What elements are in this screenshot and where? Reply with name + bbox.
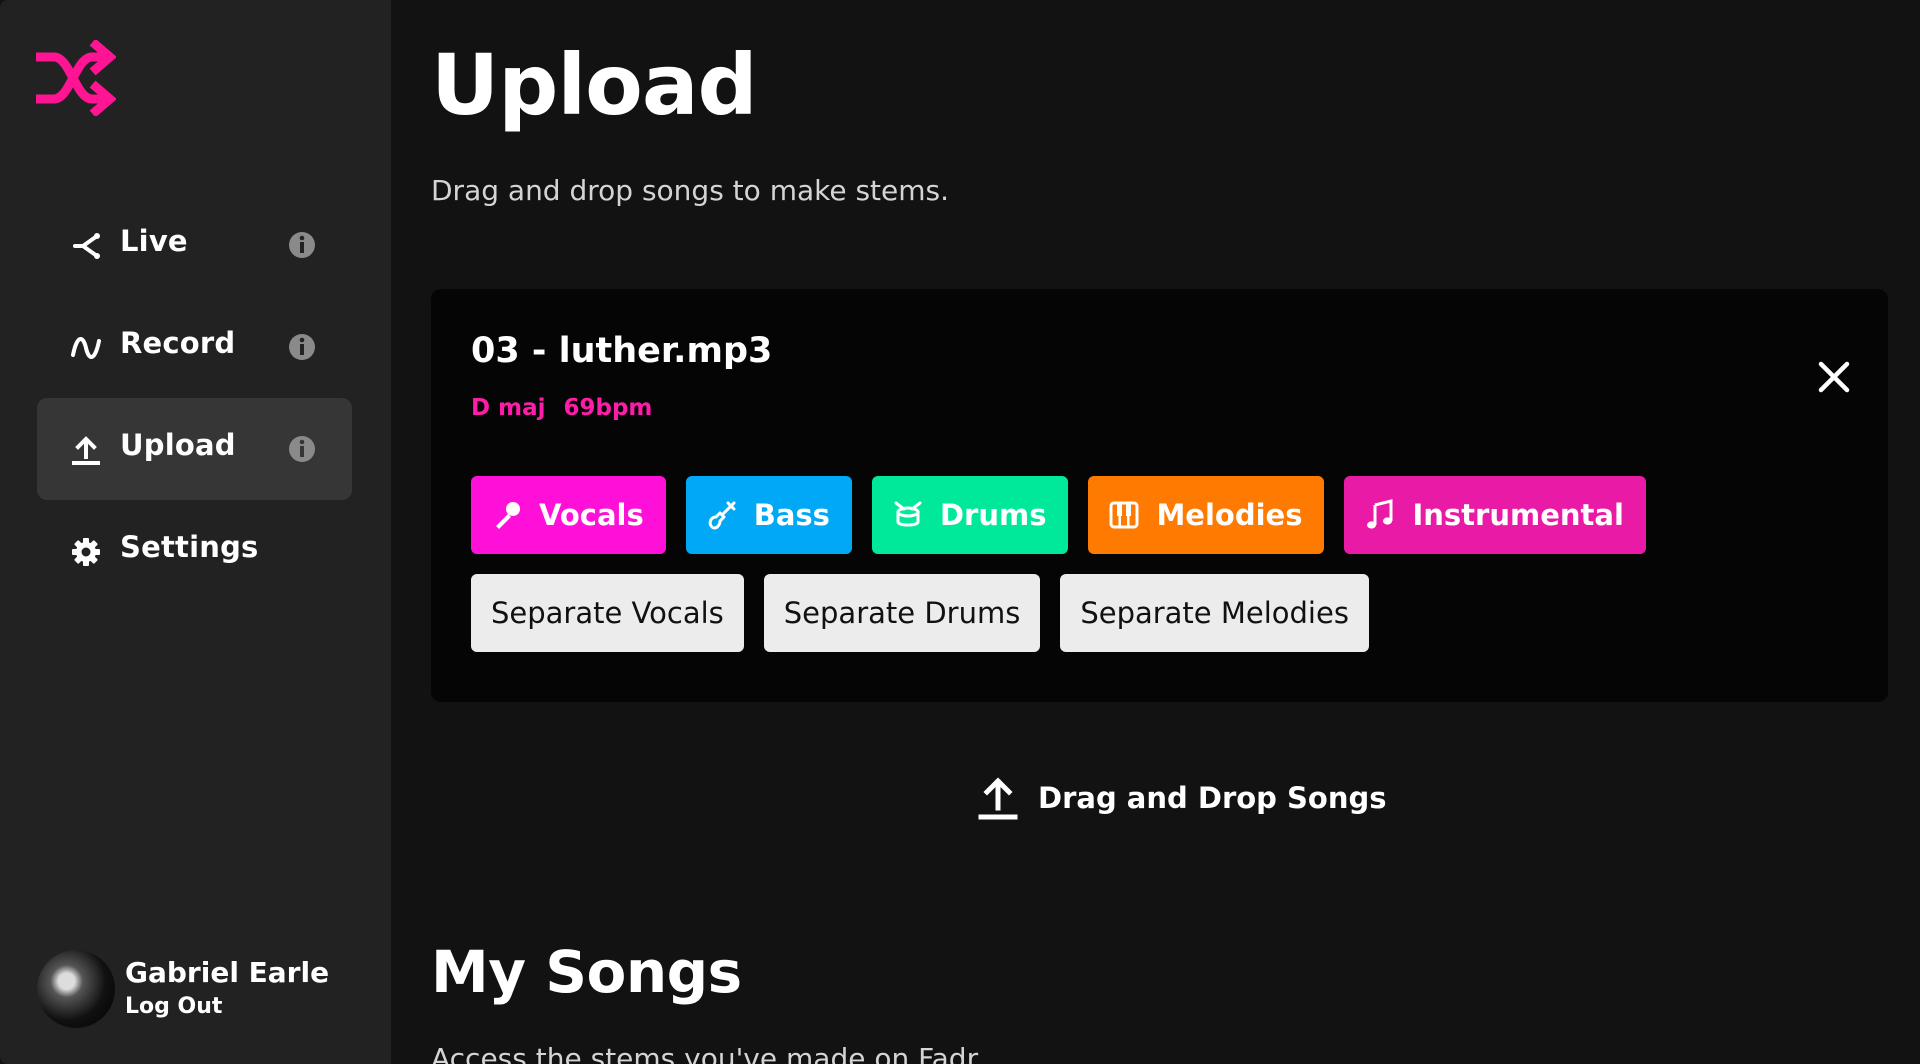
sidebar-nav: Live Record Upload Settings (37, 194, 352, 602)
piano-icon (1109, 501, 1139, 529)
song-key: D maj (471, 395, 546, 421)
stem-label: Instrumental (1412, 498, 1624, 532)
upload-icon (978, 777, 1018, 820)
waveform-icon (71, 337, 101, 359)
sidebar-item-label: Record (120, 326, 236, 360)
user-name: Gabriel Earle (125, 956, 330, 989)
info-icon[interactable] (288, 435, 316, 463)
app-window: Live Record Upload Settings Gabriel Earl… (0, 0, 1920, 1064)
separate-melodies-button[interactable]: Separate Melodies (1060, 574, 1369, 652)
song-card: 03 - luther.mp3 D maj 69bpm Vocals Bass … (431, 289, 1888, 702)
logout-link[interactable]: Log Out (125, 994, 222, 1019)
sidebar-item-label: Settings (120, 530, 259, 564)
microphone-icon (496, 502, 520, 529)
drag-drop-label: Drag and Drop Songs (1038, 781, 1387, 815)
separate-vocals-button[interactable]: Separate Vocals (471, 574, 744, 652)
stem-label: Melodies (1156, 498, 1303, 532)
stem-label: Vocals (539, 498, 644, 532)
drum-icon (894, 501, 922, 527)
stem-buttons: Vocals Bass Drums Melodies Instrumental (471, 476, 1646, 554)
sidebar-item-label: Upload (120, 428, 236, 462)
close-icon[interactable] (1816, 359, 1852, 395)
stem-label: Bass (753, 498, 830, 532)
music-note-icon (1367, 499, 1393, 529)
stem-label: Drums (939, 498, 1047, 532)
sidebar-item-live[interactable]: Live (37, 194, 352, 296)
song-meta: D maj 69bpm (471, 395, 652, 421)
song-bpm: 69bpm (563, 395, 653, 421)
live-share-icon (73, 233, 100, 259)
sidebar-item-upload[interactable]: Upload (37, 398, 352, 500)
my-songs-title: My Songs (431, 938, 742, 1006)
sidebar-item-label: Live (120, 224, 188, 258)
avatar[interactable] (37, 950, 115, 1028)
page-subtitle: Drag and drop songs to make stems. (431, 174, 950, 207)
vocals-stem-button[interactable]: Vocals (471, 476, 666, 554)
shuffle-logo-icon[interactable] (36, 40, 116, 116)
sidebar-item-settings[interactable]: Settings (37, 500, 352, 602)
bass-stem-button[interactable]: Bass (685, 476, 852, 554)
main-content: Upload Drag and drop songs to make stems… (391, 0, 1920, 1064)
info-icon[interactable] (288, 231, 316, 259)
guitar-icon (708, 501, 736, 530)
upload-icon (72, 436, 100, 465)
drums-stem-button[interactable]: Drums (871, 476, 1069, 554)
info-icon[interactable] (288, 333, 316, 361)
separate-drums-button[interactable]: Separate Drums (763, 574, 1041, 652)
gear-icon (72, 538, 100, 566)
song-title: 03 - luther.mp3 (471, 331, 773, 371)
my-songs-subtitle: Access the stems you've made on Fadr. (431, 1042, 985, 1064)
page-title: Upload (431, 36, 758, 134)
sidebar: Live Record Upload Settings Gabriel Earl… (0, 0, 391, 1064)
separate-buttons: Separate Vocals Separate Drums Separate … (471, 574, 1369, 652)
instrumental-stem-button[interactable]: Instrumental (1344, 476, 1646, 554)
sidebar-item-record[interactable]: Record (37, 296, 352, 398)
drag-drop-zone[interactable]: Drag and Drop Songs (978, 774, 1387, 822)
user-profile: Gabriel Earle Log Out (37, 950, 357, 1030)
melodies-stem-button[interactable]: Melodies (1088, 476, 1325, 554)
